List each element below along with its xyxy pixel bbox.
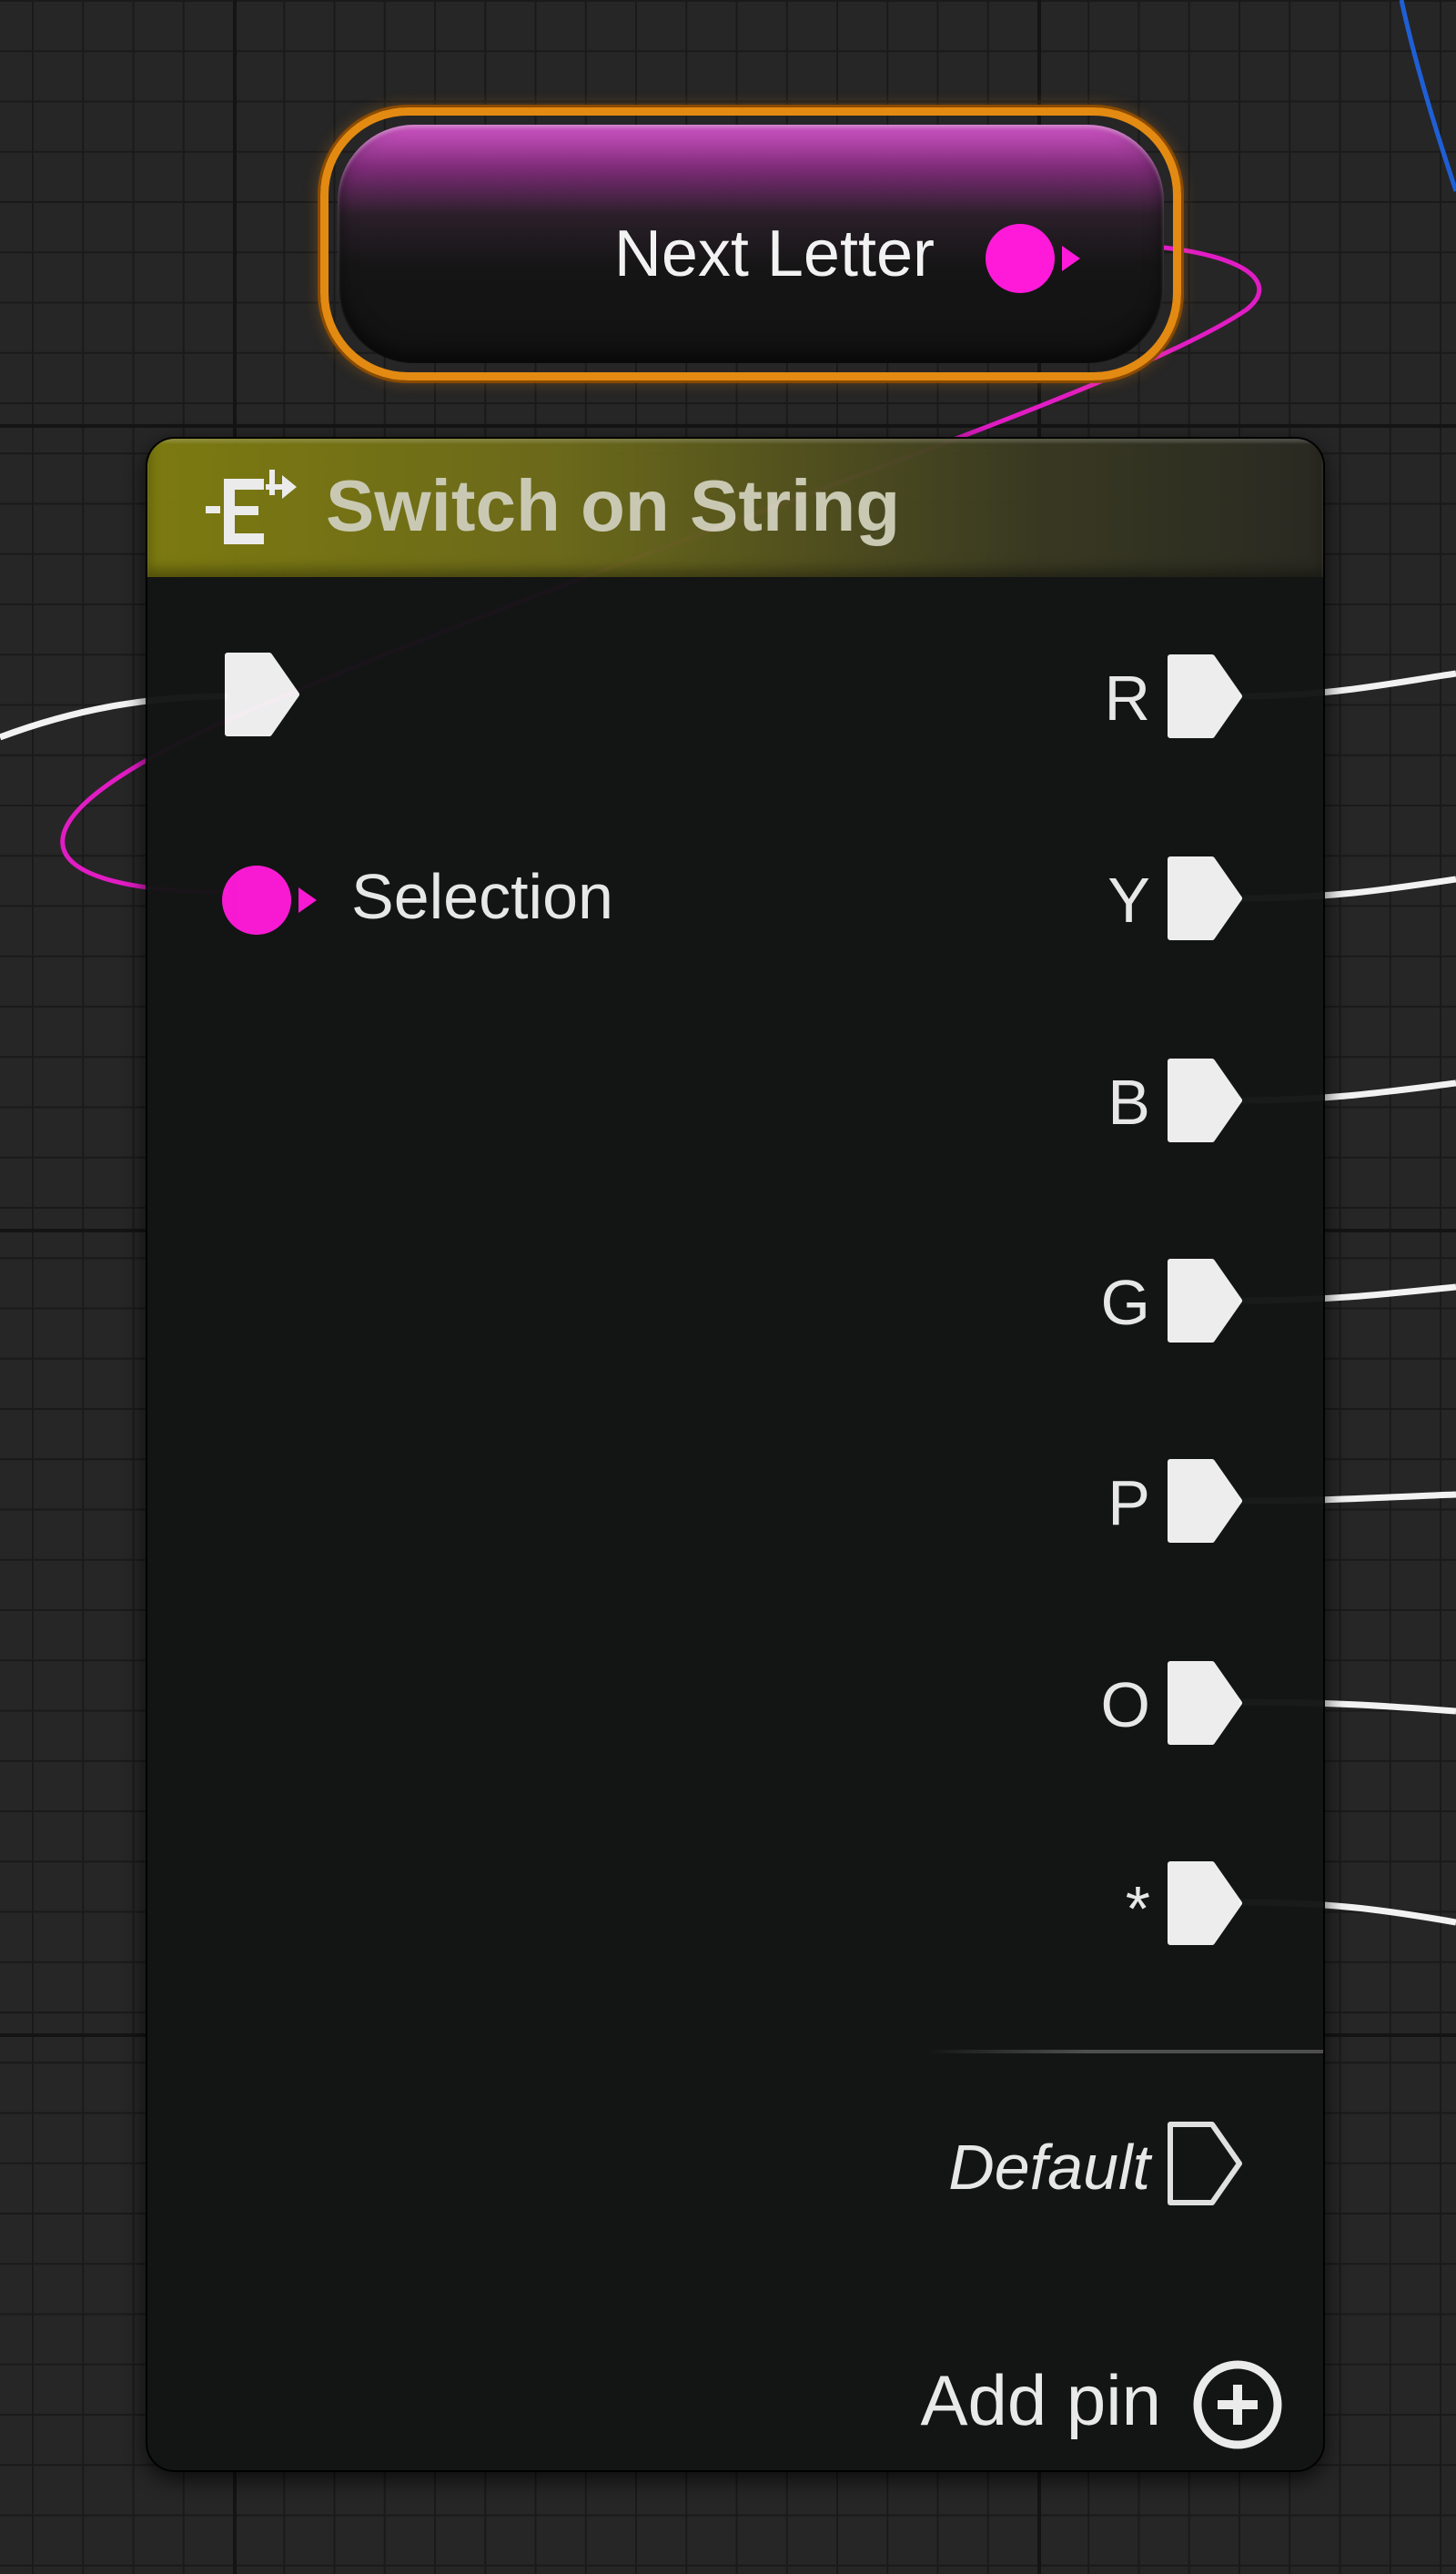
exec-out-pin-icon[interactable] [1165, 1859, 1243, 1948]
output-pin-label: P [1107, 1467, 1150, 1538]
exec-pin-icon[interactable] [222, 650, 300, 739]
output-pin-label: Y [1107, 865, 1150, 936]
output-pin-label: B [1107, 1067, 1150, 1138]
switch-node-header[interactable]: Switch on String [147, 439, 1323, 577]
default-pin-label: Default [948, 2132, 1150, 2203]
next-letter-variable-node[interactable]: Next Letter [320, 107, 1181, 380]
output-pin-label: * [1125, 1873, 1150, 1944]
plus-circle-icon [1193, 2360, 1282, 2449]
default-exec-pin-icon[interactable] [1165, 2119, 1243, 2208]
exec-out-pin-icon[interactable] [1165, 1456, 1243, 1545]
switch-icon [206, 470, 297, 544]
add-pin-label: Add pin [920, 2360, 1161, 2440]
blue-wire[interactable] [1399, 0, 1456, 192]
selection-pin-icon[interactable] [220, 863, 322, 937]
output-pin-label: R [1104, 663, 1150, 734]
next-letter-label: Next Letter [613, 218, 935, 290]
blueprint-graph-canvas[interactable]: Next Letter Switch on String Selection R… [0, 0, 1456, 2574]
exec-out-pin-icon[interactable] [1165, 854, 1243, 943]
exec-out-pin-icon[interactable] [1165, 1658, 1243, 1748]
exec-out-pin-icon[interactable] [1165, 1056, 1243, 1145]
output-pin-label: O [1100, 1669, 1150, 1740]
switch-on-string-node[interactable]: Switch on String Selection R Y B G P O *… [146, 437, 1325, 2472]
output-pin-label: G [1100, 1267, 1150, 1338]
default-separator [926, 2050, 1323, 2053]
next-letter-node-body: Next Letter [338, 125, 1164, 363]
exec-out-pin-icon[interactable] [1165, 652, 1243, 741]
selection-pin-label: Selection [351, 861, 613, 932]
exec-out-pin-icon[interactable] [1165, 1256, 1243, 1345]
string-output-pin-icon[interactable] [984, 222, 1084, 295]
switch-node-title: Switch on String [326, 465, 901, 546]
add-pin-button[interactable]: Add pin [839, 2348, 1303, 2449]
